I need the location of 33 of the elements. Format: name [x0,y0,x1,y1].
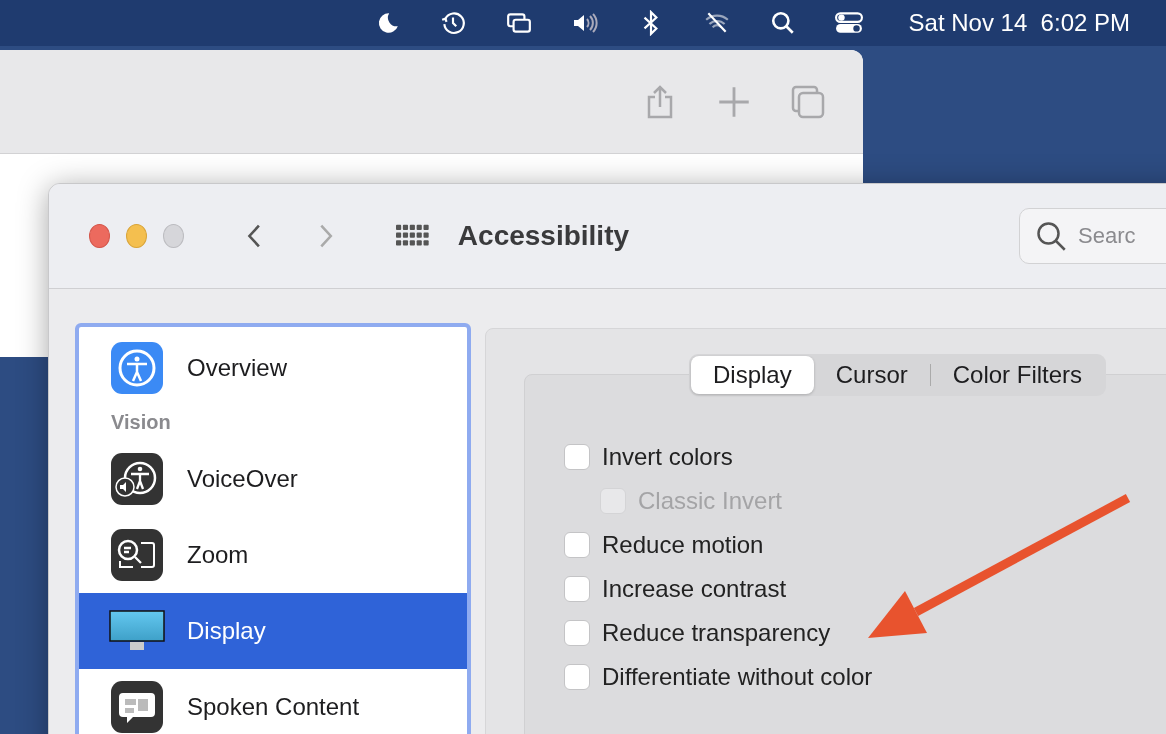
magnifier-icon [111,529,163,581]
section-header: Vision [110,410,172,435]
checkbox-label[interactable]: Reduce transparency [602,619,831,647]
tab[interactable]: Color Filters [930,356,1105,394]
tab[interactable]: Cursor [813,356,930,394]
window-title: Accessibility [457,220,630,252]
checkbox[interactable] [564,620,590,646]
search-icon [1036,221,1067,251]
monitor-icon [109,610,165,652]
plus-icon[interactable] [717,84,751,119]
windows-icon[interactable] [504,10,533,36]
checkbox-label[interactable]: Increase contrast [602,575,787,603]
minimize-button[interactable] [125,224,147,248]
checkbox-label[interactable]: Differentiate without color [602,663,873,691]
tabs-overview-icon[interactable] [791,84,825,119]
voiceover-icon [111,453,163,505]
menu-bar-clock[interactable]: Sat Nov 14 6:02 PM [908,9,1130,37]
tab[interactable]: Display [691,356,814,394]
sidebar-item[interactable]: Overview [79,327,467,409]
accessibility-icon [111,342,163,394]
checkbox-label[interactable]: Reduce motion [602,531,764,559]
sidebar-item[interactable]: Spoken Content [79,669,467,734]
checkbox[interactable] [564,576,590,602]
checkbox[interactable] [564,532,590,558]
sidebar-item[interactable]: Zoom [79,517,467,593]
checkbox[interactable] [564,444,590,470]
checkbox-label[interactable]: Invert colors [602,443,733,471]
close-button[interactable] [89,224,110,248]
control-center-icon[interactable] [834,10,863,36]
checkbox[interactable] [564,664,590,690]
zoom-button[interactable] [162,224,184,248]
sidebar-item[interactable]: VoiceOver [79,441,467,517]
sidebar-item[interactable]: Display [79,593,467,669]
